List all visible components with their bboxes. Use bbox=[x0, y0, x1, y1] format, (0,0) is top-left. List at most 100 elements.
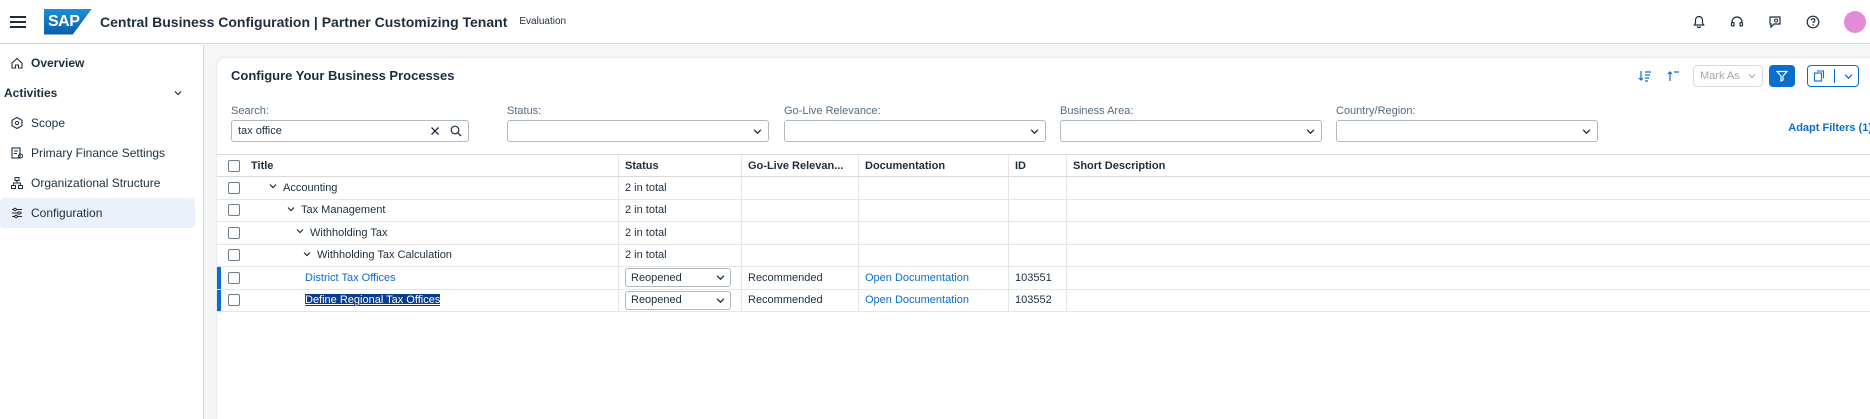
collapse-caret-icon[interactable] bbox=[292, 226, 308, 239]
open-documentation-link[interactable]: Open Documentation bbox=[865, 272, 969, 284]
table-row[interactable]: Tax Management 2 in total bbox=[217, 199, 1870, 222]
chevron-down-icon bbox=[1030, 128, 1039, 134]
row-status-select[interactable]: Reopened bbox=[625, 268, 731, 288]
nav-item-scope[interactable]: Scope bbox=[0, 108, 203, 138]
row-id: 103551 bbox=[1009, 267, 1067, 289]
country-filter-select[interactable] bbox=[1336, 120, 1598, 142]
table-row[interactable]: Withholding Tax Calculation 2 in total bbox=[217, 244, 1870, 267]
clear-icon[interactable] bbox=[430, 126, 440, 136]
headset-icon[interactable] bbox=[1718, 15, 1756, 29]
select-all-checkbox[interactable] bbox=[228, 159, 240, 172]
chevron-down-icon[interactable] bbox=[1844, 72, 1853, 81]
nav-activities-label: Activities bbox=[4, 86, 58, 100]
app-title: Central Business Configuration | Partner… bbox=[100, 13, 508, 30]
col-golive[interactable]: Go-Live Relevan... bbox=[742, 155, 859, 176]
row-status-value: Reopened bbox=[631, 271, 682, 284]
row-highlight-marker bbox=[217, 267, 221, 289]
row-checkbox[interactable] bbox=[228, 271, 240, 284]
search-label: Search: bbox=[231, 105, 269, 117]
filter-button[interactable] bbox=[1769, 65, 1795, 87]
menu-icon[interactable] bbox=[10, 15, 26, 28]
scope-icon bbox=[11, 116, 23, 130]
table-row[interactable]: District Tax Offices Reopened Recommende… bbox=[217, 267, 1870, 290]
col-title[interactable]: Title bbox=[251, 155, 619, 176]
sap-logo[interactable]: SAP bbox=[44, 8, 92, 35]
nav-org-structure-label: Organizational Structure bbox=[31, 176, 161, 190]
row-status-select[interactable]: Reopened bbox=[625, 290, 731, 310]
chevron-down-icon bbox=[1748, 74, 1756, 79]
table-row[interactable]: Accounting 2 in total bbox=[217, 177, 1870, 200]
col-short-description[interactable]: Short Description bbox=[1067, 155, 1870, 176]
finance-settings-icon bbox=[11, 147, 23, 159]
nav-item-primary-finance[interactable]: Primary Finance Settings bbox=[0, 138, 203, 168]
row-title-link[interactable]: Define Regional Tax Offices bbox=[305, 294, 441, 307]
row-title: Withholding Tax bbox=[310, 226, 388, 239]
org-structure-icon bbox=[11, 177, 23, 189]
row-checkbox[interactable] bbox=[228, 181, 240, 194]
collapse-all-icon[interactable] bbox=[1659, 64, 1687, 88]
row-checkbox[interactable] bbox=[228, 226, 240, 239]
row-title: Withholding Tax Calculation bbox=[317, 249, 452, 262]
collapse-caret-icon[interactable] bbox=[299, 249, 315, 262]
row-status: 2 in total bbox=[619, 199, 742, 221]
nav-group-activities[interactable]: Activities bbox=[0, 78, 203, 108]
table-row[interactable]: Withholding Tax 2 in total bbox=[217, 222, 1870, 245]
chevron-down-icon bbox=[716, 275, 725, 281]
business-area-filter-select[interactable] bbox=[1060, 120, 1322, 142]
collapse-caret-icon[interactable] bbox=[265, 181, 281, 194]
row-title: Tax Management bbox=[301, 204, 386, 217]
row-status: 2 in total bbox=[619, 244, 742, 266]
configuration-icon bbox=[12, 207, 22, 219]
nav-item-configuration[interactable]: Configuration bbox=[0, 198, 195, 228]
filter-bar: Search: tax office Status: Go-Live Relev… bbox=[231, 105, 1870, 145]
filter-icon bbox=[1776, 70, 1788, 82]
col-status[interactable]: Status bbox=[619, 155, 742, 176]
search-input[interactable]: tax office bbox=[231, 120, 469, 142]
nav-item-org-structure[interactable]: Organizational Structure bbox=[0, 168, 203, 198]
table-toolbar: Mark As bbox=[1631, 64, 1859, 88]
table-row[interactable]: Define Regional Tax Offices Reopened Rec… bbox=[217, 289, 1870, 312]
row-checkbox[interactable] bbox=[228, 294, 240, 307]
open-documentation-link[interactable]: Open Documentation bbox=[865, 294, 969, 306]
status-filter-label: Status: bbox=[507, 105, 542, 117]
row-checkbox[interactable] bbox=[228, 249, 240, 262]
process-table: Title Status Go-Live Relevan... Document… bbox=[217, 154, 1870, 312]
mark-as-dropdown[interactable]: Mark As bbox=[1693, 65, 1763, 87]
row-title-link[interactable]: District Tax Offices bbox=[305, 272, 396, 284]
configuration-panel: Configure Your Business Processes Mark A… bbox=[217, 58, 1870, 419]
help-icon[interactable] bbox=[1794, 15, 1832, 29]
shell-bar: SAP Central Business Configuration | Par… bbox=[0, 0, 1870, 44]
home-icon bbox=[11, 57, 23, 69]
nav-item-overview[interactable]: Overview bbox=[0, 48, 203, 78]
sort-descending-icon[interactable] bbox=[1631, 64, 1659, 88]
golive-filter-select[interactable] bbox=[784, 120, 1046, 142]
export-button[interactable] bbox=[1807, 65, 1859, 87]
bell-icon[interactable] bbox=[1680, 15, 1718, 29]
col-id[interactable]: ID bbox=[1009, 155, 1067, 176]
country-filter-label: Country/Region: bbox=[1336, 105, 1416, 117]
user-avatar[interactable] bbox=[1844, 11, 1866, 33]
row-golive: Recommended bbox=[742, 289, 859, 311]
collapse-caret-icon[interactable] bbox=[283, 204, 299, 217]
search-icon[interactable] bbox=[450, 125, 462, 137]
row-highlight-marker bbox=[217, 289, 221, 311]
chevron-down-icon bbox=[1582, 128, 1591, 134]
panel-title: Configure Your Business Processes bbox=[231, 68, 455, 83]
export-icon bbox=[1813, 70, 1824, 82]
chevron-down-icon bbox=[174, 91, 182, 96]
nav-primary-finance-label: Primary Finance Settings bbox=[31, 146, 166, 160]
chevron-down-icon bbox=[716, 298, 725, 303]
status-filter-select[interactable] bbox=[507, 120, 769, 142]
chevron-down-icon bbox=[1306, 128, 1315, 134]
table-header: Title Status Go-Live Relevan... Document… bbox=[217, 154, 1870, 177]
row-id: 103552 bbox=[1009, 289, 1067, 311]
col-documentation[interactable]: Documentation bbox=[859, 155, 1009, 176]
chevron-down-icon bbox=[753, 128, 762, 134]
feedback-icon[interactable] bbox=[1756, 15, 1794, 29]
row-checkbox[interactable] bbox=[228, 204, 240, 217]
row-status: 2 in total bbox=[619, 177, 742, 199]
nav-overview-label: Overview bbox=[31, 56, 85, 70]
mark-as-label: Mark As bbox=[1700, 70, 1740, 82]
adapt-filters-link[interactable]: Adapt Filters (1) bbox=[1788, 122, 1870, 134]
business-area-filter-label: Business Area: bbox=[1060, 105, 1134, 117]
